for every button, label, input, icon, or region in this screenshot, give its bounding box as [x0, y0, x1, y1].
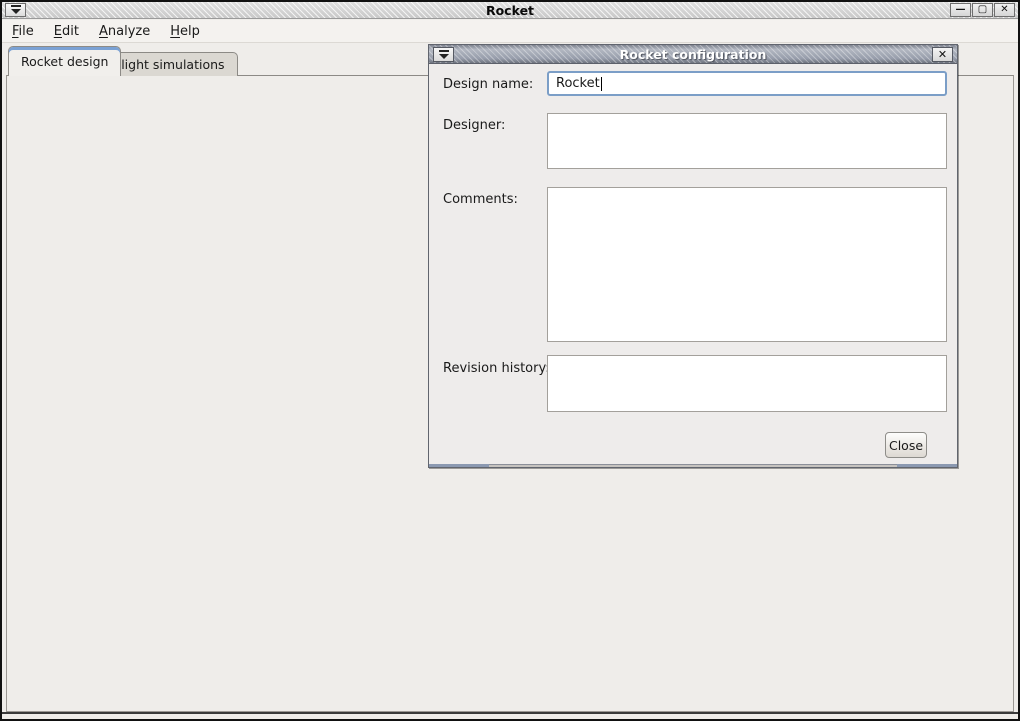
revision-history-label: Revision history:	[443, 361, 550, 376]
text-caret	[601, 77, 602, 91]
dialog-title: Rocket configuration	[429, 47, 957, 62]
tab-label: Rocket design	[21, 54, 108, 69]
dialog-corner-accent	[897, 464, 957, 467]
dialog-titlebar[interactable]: Rocket configuration ✕	[429, 45, 957, 64]
designer-label: Designer:	[443, 118, 505, 133]
revision-history-textarea[interactable]	[547, 355, 947, 412]
tab-flight-simulations[interactable]: Flight simulations	[101, 52, 238, 76]
dialog-bottom-edge	[429, 464, 957, 467]
designer-textarea[interactable]	[547, 113, 947, 169]
main-titlebar[interactable]: Rocket — ▢ ✕	[2, 2, 1018, 19]
close-button[interactable]: ✕	[994, 3, 1015, 17]
menu-file[interactable]: File	[12, 24, 34, 39]
design-name-value: Rocket	[556, 76, 600, 91]
openrocket-window: Rocket — ▢ ✕ File Edit Analyze Help Rocket …	[0, 0, 1020, 721]
minimize-button[interactable]: —	[950, 3, 971, 17]
menu-analyze[interactable]: Analyze	[99, 24, 150, 39]
dialog-corner-accent	[429, 464, 489, 467]
rocket-configuration-dialog: Rocket configuration ✕ Design name: Rock…	[428, 44, 958, 468]
menu-bar: File Edit Analyze Help	[2, 20, 1018, 43]
tab-rocket-design[interactable]: Rocket design	[8, 46, 121, 76]
design-name-label: Design name:	[443, 77, 533, 92]
dialog-close-icon[interactable]: ✕	[932, 47, 953, 62]
dialog-close-button[interactable]: Close	[885, 432, 927, 458]
design-name-input[interactable]: Rocket	[547, 71, 947, 96]
comments-label: Comments:	[443, 192, 518, 207]
maximize-button[interactable]: ▢	[972, 3, 993, 17]
window-title: Rocket	[2, 3, 1018, 18]
close-button-label: Close	[889, 438, 923, 453]
comments-textarea[interactable]	[547, 187, 947, 342]
window-bottom-bevel	[2, 712, 1018, 714]
tab-label: Flight simulations	[114, 57, 225, 72]
menu-edit[interactable]: Edit	[54, 24, 79, 39]
menu-help[interactable]: Help	[170, 24, 200, 39]
